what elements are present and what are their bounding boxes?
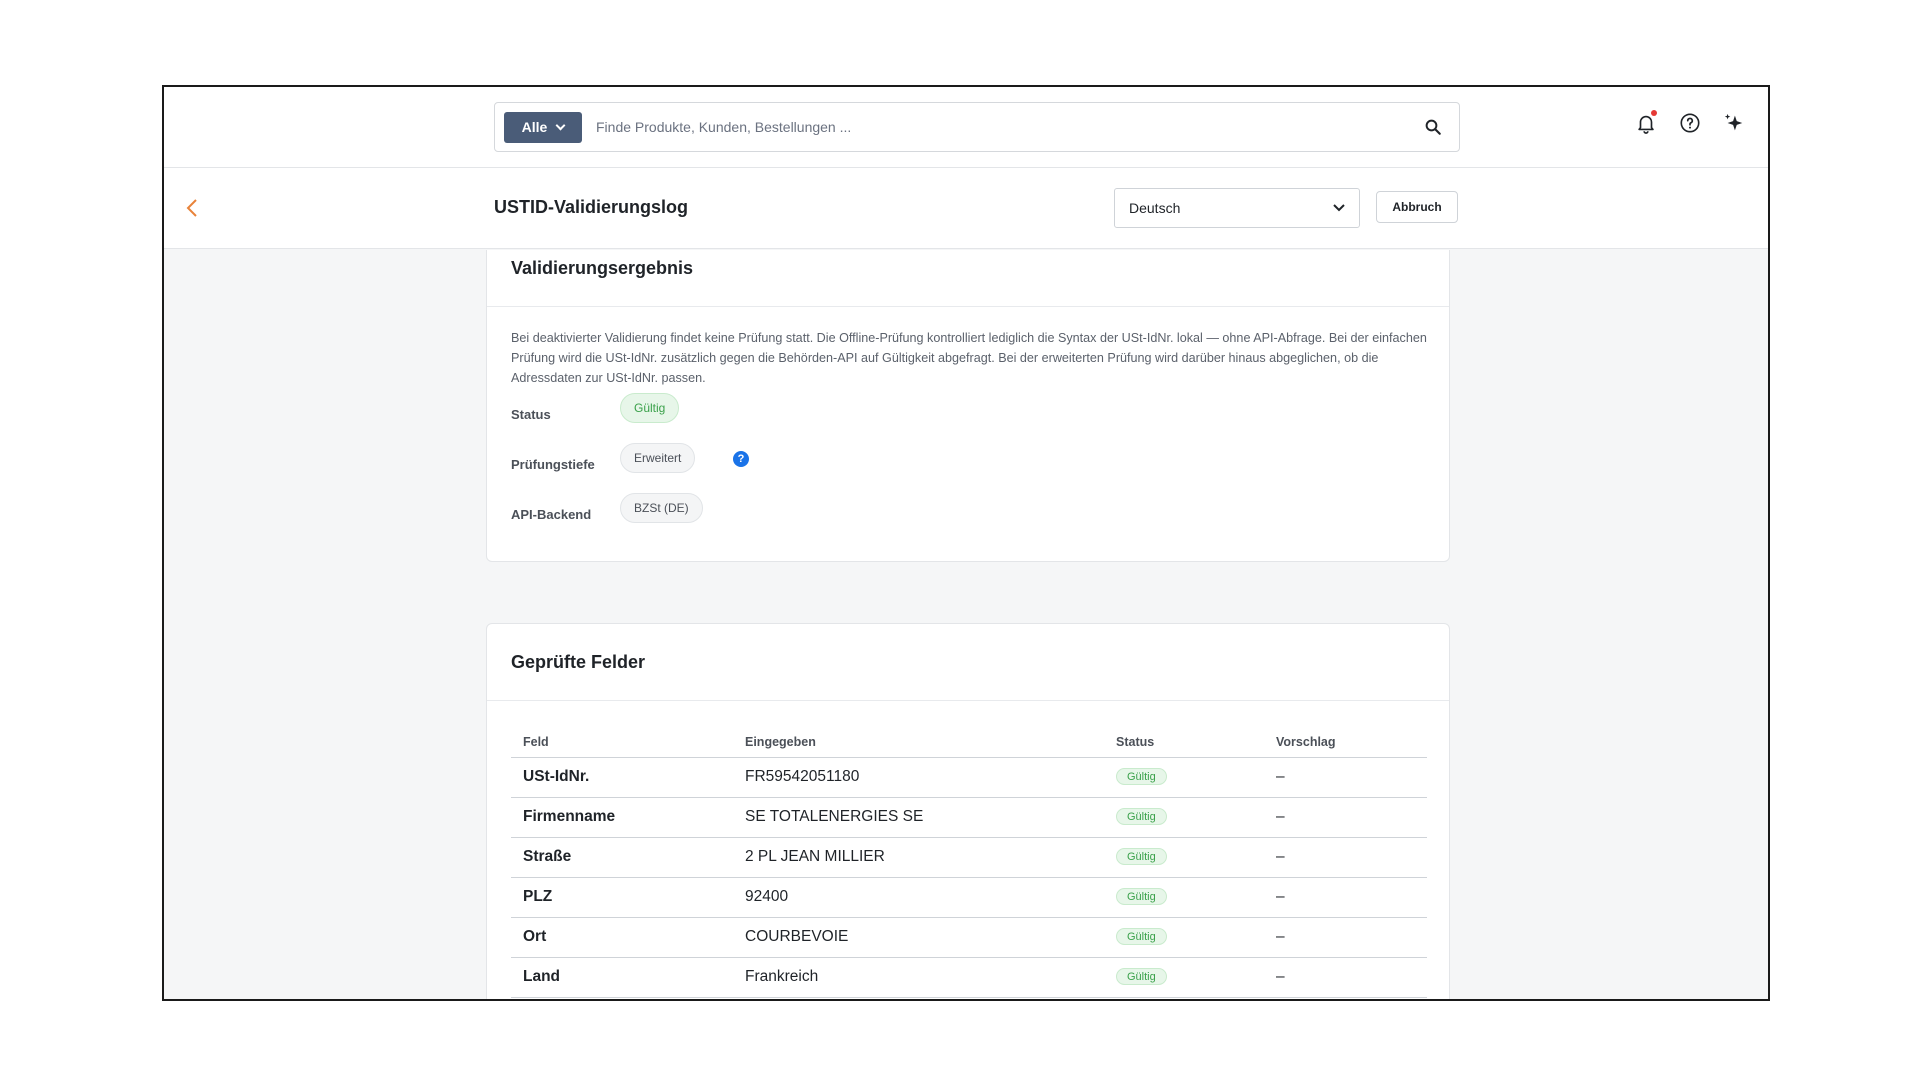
status-badge: Gültig <box>1116 768 1167 786</box>
bell-icon[interactable] <box>1634 110 1658 135</box>
status-label: Status <box>511 407 551 422</box>
global-search: Alle <box>494 102 1460 152</box>
depth-label: Prüfungstiefe <box>511 457 595 472</box>
status-cell: Gültig <box>1104 877 1264 918</box>
status-badge: Gültig <box>1116 848 1167 866</box>
search-scope-dropdown[interactable]: Alle <box>504 111 582 143</box>
field-name: Firmenname <box>511 797 733 838</box>
cancel-button[interactable]: Abbruch <box>1376 191 1458 223</box>
language-select[interactable]: Deutsch <box>1114 188 1360 228</box>
back-chevron-icon[interactable] <box>180 196 204 220</box>
table-row: PLZ 92400 Gültig – <box>511 877 1427 918</box>
search-scope-label: Alle <box>521 119 548 135</box>
status-badge: Gültig <box>1116 808 1167 826</box>
backend-badge: BZSt (DE) <box>620 493 703 523</box>
chevron-down-icon <box>1333 204 1345 212</box>
page-header: USTID-Validierungslog Deutsch Abbruch <box>164 168 1768 249</box>
app-window: Alle USTID-Validierungslog <box>162 85 1770 1001</box>
checked-fields-card: Geprüfte Felder Feld Eingegeben Status V… <box>486 623 1450 999</box>
validation-result-card: Validierungsergebnis Bei deaktivierter V… <box>486 250 1450 562</box>
field-name: USt-IdNr. <box>511 757 733 798</box>
column-header: Feld <box>511 727 733 758</box>
status-badge: Gültig <box>1116 928 1167 946</box>
backend-label: API-Backend <box>511 507 592 522</box>
fields-table: Feld Eingegeben Status Vorschlag USt-IdN… <box>511 727 1427 998</box>
status-badge: Gültig <box>1116 968 1167 986</box>
top-icons <box>1634 110 1746 135</box>
search-input[interactable] <box>596 119 1413 135</box>
entered-value: Frankreich <box>733 957 1104 998</box>
field-name: Ort <box>511 917 733 958</box>
card-title: Validierungsergebnis <box>511 258 694 278</box>
suggestion-value: – <box>1264 957 1427 998</box>
chevron-down-icon <box>555 120 566 130</box>
page-title: USTID-Validierungslog <box>494 197 689 217</box>
table-header-row: Feld Eingegeben Status Vorschlag <box>511 727 1427 758</box>
status-cell: Gültig <box>1104 957 1264 998</box>
column-header: Status <box>1104 727 1264 758</box>
table-row: Firmenname SE TOTALENERGIES SE Gültig – <box>511 797 1427 838</box>
notification-dot <box>1651 110 1657 116</box>
suggestion-value: – <box>1264 837 1427 878</box>
suggestion-value: – <box>1264 797 1427 838</box>
table-row: Land Frankreich Gültig – <box>511 957 1427 998</box>
suggestion-value: – <box>1264 877 1427 918</box>
status-badge: Gültig <box>1116 888 1167 906</box>
card-header: Geprüfte Felder <box>487 624 1449 701</box>
table-row: USt-IdNr. FR59542051180 Gültig – <box>511 757 1427 798</box>
column-header: Vorschlag <box>1264 727 1427 758</box>
status-cell: Gültig <box>1104 917 1264 958</box>
column-header: Eingegeben <box>733 727 1104 758</box>
field-name: Straße <box>511 837 733 878</box>
card-title: Geprüfte Felder <box>511 652 646 672</box>
info-icon[interactable]: ? <box>733 451 749 467</box>
entered-value: SE TOTALENERGIES SE <box>733 797 1104 838</box>
entered-value: COURBEVOIE <box>733 917 1104 958</box>
suggestion-value: – <box>1264 917 1427 958</box>
sparkle-icon[interactable] <box>1722 111 1746 135</box>
suggestion-value: – <box>1264 757 1427 798</box>
entered-value: FR59542051180 <box>733 757 1104 798</box>
table-row: Ort COURBEVOIE Gültig – <box>511 917 1427 958</box>
field-name: PLZ <box>511 877 733 918</box>
status-cell: Gültig <box>1104 757 1264 798</box>
status-cell: Gültig <box>1104 837 1264 878</box>
language-select-value: Deutsch <box>1129 200 1181 216</box>
main-content: Validierungsergebnis Bei deaktivierter V… <box>164 250 1768 999</box>
search-icon[interactable] <box>1413 107 1453 147</box>
table-row: Straße 2 PL JEAN MILLIER Gültig – <box>511 837 1427 878</box>
help-icon[interactable] <box>1678 111 1702 135</box>
field-name: Land <box>511 957 733 998</box>
entered-value: 92400 <box>733 877 1104 918</box>
entered-value: 2 PL JEAN MILLIER <box>733 837 1104 878</box>
description-text: Bei deaktivierter Validierung findet kei… <box>511 331 1427 385</box>
status-cell: Gültig <box>1104 797 1264 838</box>
status-badge: Gültig <box>620 393 680 423</box>
depth-badge: Erweitert <box>620 443 696 473</box>
top-bar: Alle <box>164 87 1768 168</box>
card-header: Validierungsergebnis <box>487 250 1449 307</box>
